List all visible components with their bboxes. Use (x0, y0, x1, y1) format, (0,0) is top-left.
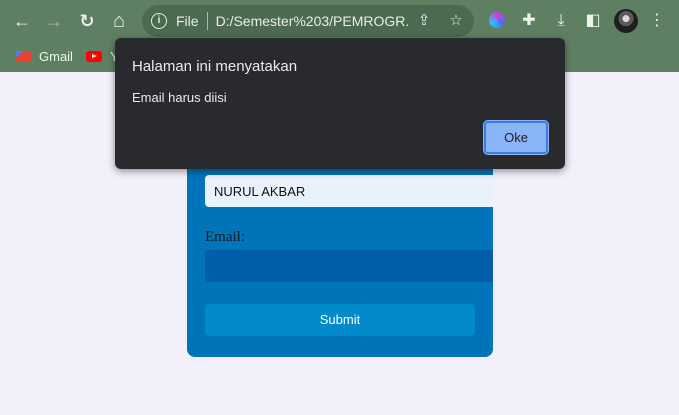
omnibox-divider (206, 12, 208, 30)
youtube-icon (86, 51, 102, 62)
dialog-message: Email harus diisi (132, 90, 227, 105)
bookmark-gmail[interactable]: Gmail (16, 49, 73, 64)
bookmark-label: Gmail (39, 49, 73, 64)
bookmark-youtube[interactable]: Y (86, 49, 119, 64)
browser-toolbar: ← → ↻ ⌂ i File D:/Semester%203/PEMROGR..… (0, 0, 679, 42)
star-bookmark-icon[interactable]: ☆ (447, 12, 465, 30)
reload-icon[interactable]: ↻ (75, 9, 99, 33)
extension-profile-icon[interactable] (489, 12, 505, 28)
ok-button[interactable]: Oke (484, 121, 548, 154)
side-panel-icon[interactable]: ◧ (583, 11, 603, 31)
alert-dialog: Halaman ini menyatakan Email harus diisi… (115, 38, 565, 169)
gmail-icon (16, 51, 31, 62)
dialog-title: Halaman ini menyatakan (132, 58, 298, 75)
extensions-puzzle-icon[interactable]: ✚ (519, 11, 539, 31)
info-icon[interactable]: i (151, 13, 167, 29)
email-label: Email: (205, 229, 245, 245)
submit-button[interactable]: Submit (205, 304, 475, 336)
more-menu-icon[interactable]: ⋮ (647, 11, 667, 31)
back-arrow-icon[interactable]: ← (10, 9, 34, 33)
scheme-label: File (176, 13, 199, 29)
forward-arrow-icon[interactable]: → (42, 9, 66, 33)
share-icon[interactable]: ⇪ (415, 12, 433, 30)
email-input[interactable] (205, 250, 493, 282)
avatar[interactable] (614, 9, 638, 33)
url-text[interactable]: D:/Semester%203/PEMROGR... (216, 13, 410, 29)
download-icon[interactable]: ⤓ (551, 11, 571, 31)
home-icon[interactable]: ⌂ (107, 9, 131, 33)
name-input[interactable] (205, 175, 493, 207)
